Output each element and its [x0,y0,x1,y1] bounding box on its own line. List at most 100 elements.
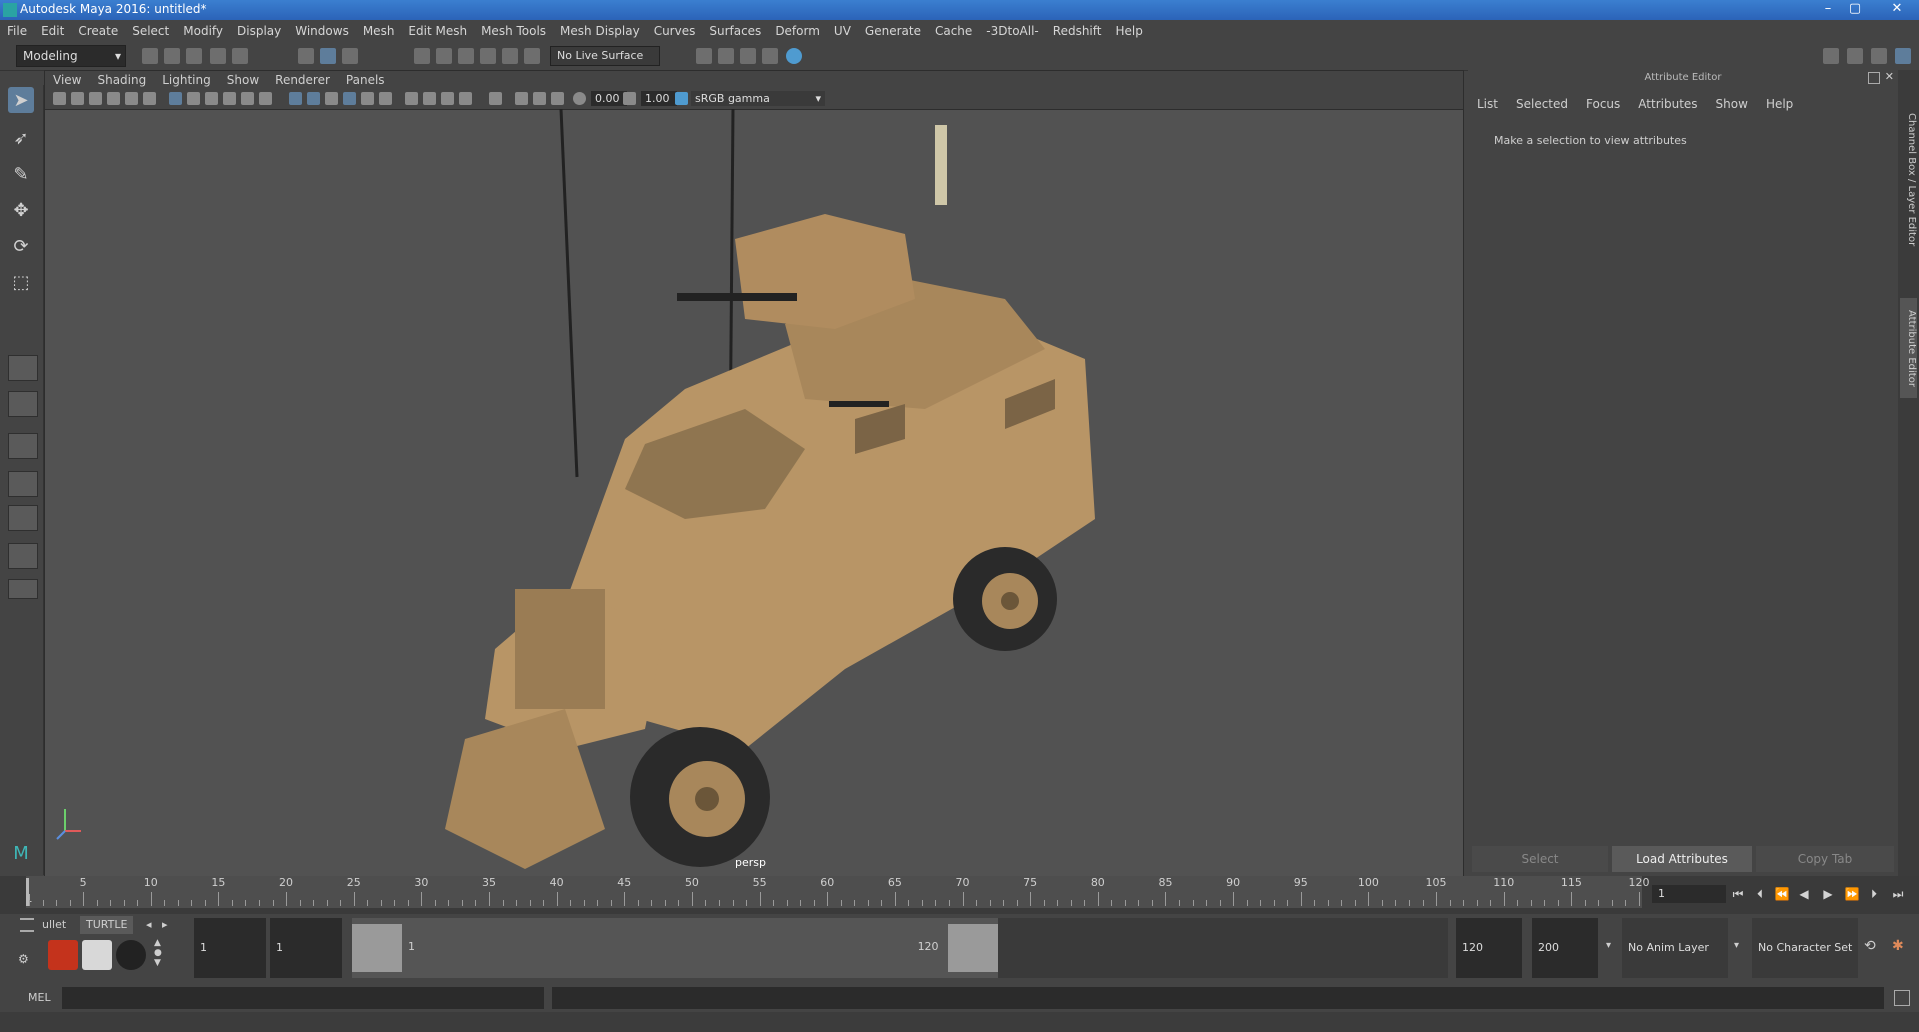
outliner-layout-icon[interactable] [8,543,38,569]
ae-menu-attributes[interactable]: Attributes [1629,94,1706,114]
side-by-side-layout-icon[interactable] [8,433,38,459]
color-management-icon[interactable] [675,92,688,105]
menu-uv[interactable]: UV [827,20,858,42]
menu-create[interactable]: Create [71,20,125,42]
camera-select-icon[interactable] [53,92,66,105]
snap-curve-icon[interactable] [436,48,452,64]
select-hierarchy-icon[interactable] [298,48,314,64]
menu-mesh[interactable]: Mesh [356,20,402,42]
lighting-icon[interactable] [223,92,236,105]
menu-select[interactable]: Select [125,20,176,42]
camera-attributes-icon[interactable] [71,92,84,105]
resolution-gate-icon[interactable] [259,92,272,105]
start-frame-field[interactable]: 1 [194,918,266,978]
shelf-scroll-left-icon[interactable]: ◂ [140,916,158,934]
antialiasing-icon[interactable] [379,92,392,105]
menu-cache[interactable]: Cache [928,20,979,42]
toggle-hud-icon[interactable] [533,92,546,105]
tab-channel-box[interactable]: Channel Box / Layer Editor [1900,80,1917,280]
menuset-dropdown[interactable]: Modeling ▾ [16,45,126,67]
viewport-panel[interactable]: View Shading Lighting Show Renderer Panels 0.… [44,70,1464,878]
minimize-button[interactable]: – [1815,0,1841,20]
film-gate-icon[interactable] [143,92,156,105]
wireframe-on-shaded-icon[interactable] [289,92,302,105]
persp-outliner-layout-icon[interactable] [8,505,38,531]
live-surface-field[interactable]: No Live Surface [550,46,660,66]
maximize-button[interactable]: ▢ [1842,0,1868,20]
current-frame-field[interactable]: 1 [1652,885,1726,903]
image-plane-icon[interactable] [107,92,120,105]
vehicle-model[interactable] [445,214,1095,869]
viewport-menu-panels[interactable]: Panels [338,71,393,89]
menu-edit-mesh[interactable]: Edit Mesh [401,20,474,42]
menu-redshift[interactable]: Redshift [1046,20,1109,42]
tool-settings-icon[interactable] [1871,48,1887,64]
playback-end-field[interactable]: 120 [1456,918,1522,978]
pan-zoom-icon[interactable] [489,92,502,105]
xray-icon[interactable] [307,92,320,105]
ae-menu-focus[interactable]: Focus [1577,94,1629,114]
viewport-menu-lighting[interactable]: Lighting [154,71,219,89]
paint-select-tool-icon[interactable]: ✎ [8,161,34,187]
backface-culling-icon[interactable] [459,92,472,105]
scene-canvas[interactable] [45,109,1463,877]
script-editor-icon[interactable] [1894,990,1910,1006]
viewport-menu-view[interactable]: View [45,71,89,89]
depth-of-field-icon[interactable] [423,92,436,105]
step-forward-icon[interactable]: ⏵ [1866,886,1882,902]
channel-box-toggle-icon[interactable] [1895,48,1911,64]
scale-tool-icon[interactable]: ⬚ [8,269,34,295]
redo-icon[interactable] [232,48,248,64]
select-button[interactable]: Select [1472,846,1608,872]
time-slider[interactable]: 1 5 10 15 20 25 30 35 40 45 50 55 60 65 70 75 80 85 90 95 1… [0,876,1919,914]
anim-layer-dropdown[interactable]: No Anim Layer [1622,918,1728,978]
motion-blur-icon[interactable] [405,92,418,105]
snap-pivot-icon[interactable] [524,48,540,64]
shelf-tab-turtle[interactable]: TURTLE [80,916,134,934]
step-back-icon[interactable]: ⏴ [1752,886,1768,902]
menu-curves[interactable]: Curves [647,20,703,42]
snap-surface-icon[interactable] [502,48,518,64]
new-scene-icon[interactable] [142,48,158,64]
menu-deform[interactable]: Deform [768,20,827,42]
menu-windows[interactable]: Windows [288,20,356,42]
menu-mesh-tools[interactable]: Mesh Tools [474,20,553,42]
tab-attribute-editor[interactable]: Attribute Editor [1900,298,1917,398]
animation-prefs-icon[interactable]: ✱ [1892,938,1904,954]
menu-help[interactable]: Help [1108,20,1149,42]
snap-point-icon[interactable] [458,48,474,64]
exposure-icon[interactable] [573,92,586,105]
character-set-dropdown[interactable]: No Character Set [1752,918,1858,978]
menu-file[interactable]: File [0,20,34,42]
ambient-occlusion-icon[interactable] [361,92,374,105]
select-component-icon[interactable] [342,48,358,64]
open-scene-icon[interactable] [164,48,180,64]
load-attributes-button[interactable]: Load Attributes [1612,846,1752,872]
menu-edit[interactable]: Edit [34,20,71,42]
menu-modify[interactable]: Modify [176,20,230,42]
viewport-menu-renderer[interactable]: Renderer [267,71,338,89]
menu-mesh-display[interactable]: Mesh Display [553,20,647,42]
auto-key-icon[interactable]: ⟲ [1864,938,1876,954]
save-scene-icon[interactable] [186,48,202,64]
isolate-select-icon[interactable] [343,92,356,105]
shelf-options-icon[interactable]: ⚙ [18,952,29,966]
ae-menu-list[interactable]: List [1468,94,1507,114]
render-settings-icon[interactable] [762,48,778,64]
color-space-dropdown[interactable]: sRGB gamma ▾ [691,91,825,106]
xray-joints-icon[interactable] [325,92,338,105]
range-start-handle[interactable] [352,924,402,972]
shelf-menu-icon[interactable] [20,918,34,932]
gate-mask-icon[interactable] [551,92,564,105]
shelf-tab-bullet[interactable]: ullet [36,916,72,934]
ae-menu-show[interactable]: Show [1707,94,1757,114]
ae-menu-selected[interactable]: Selected [1507,94,1577,114]
lasso-tool-icon[interactable]: ➶ [8,125,34,151]
playback-start-field[interactable]: 1 [270,918,342,978]
close-icon[interactable]: ✕ [1885,70,1894,83]
range-bar[interactable]: 1 120 [352,918,1448,978]
select-tool-icon[interactable]: ➤ [8,87,34,113]
play-forwards-icon[interactable]: ▶ [1820,886,1836,902]
camera-frame-icon[interactable] [515,92,528,105]
gamma-icon[interactable] [623,92,636,105]
